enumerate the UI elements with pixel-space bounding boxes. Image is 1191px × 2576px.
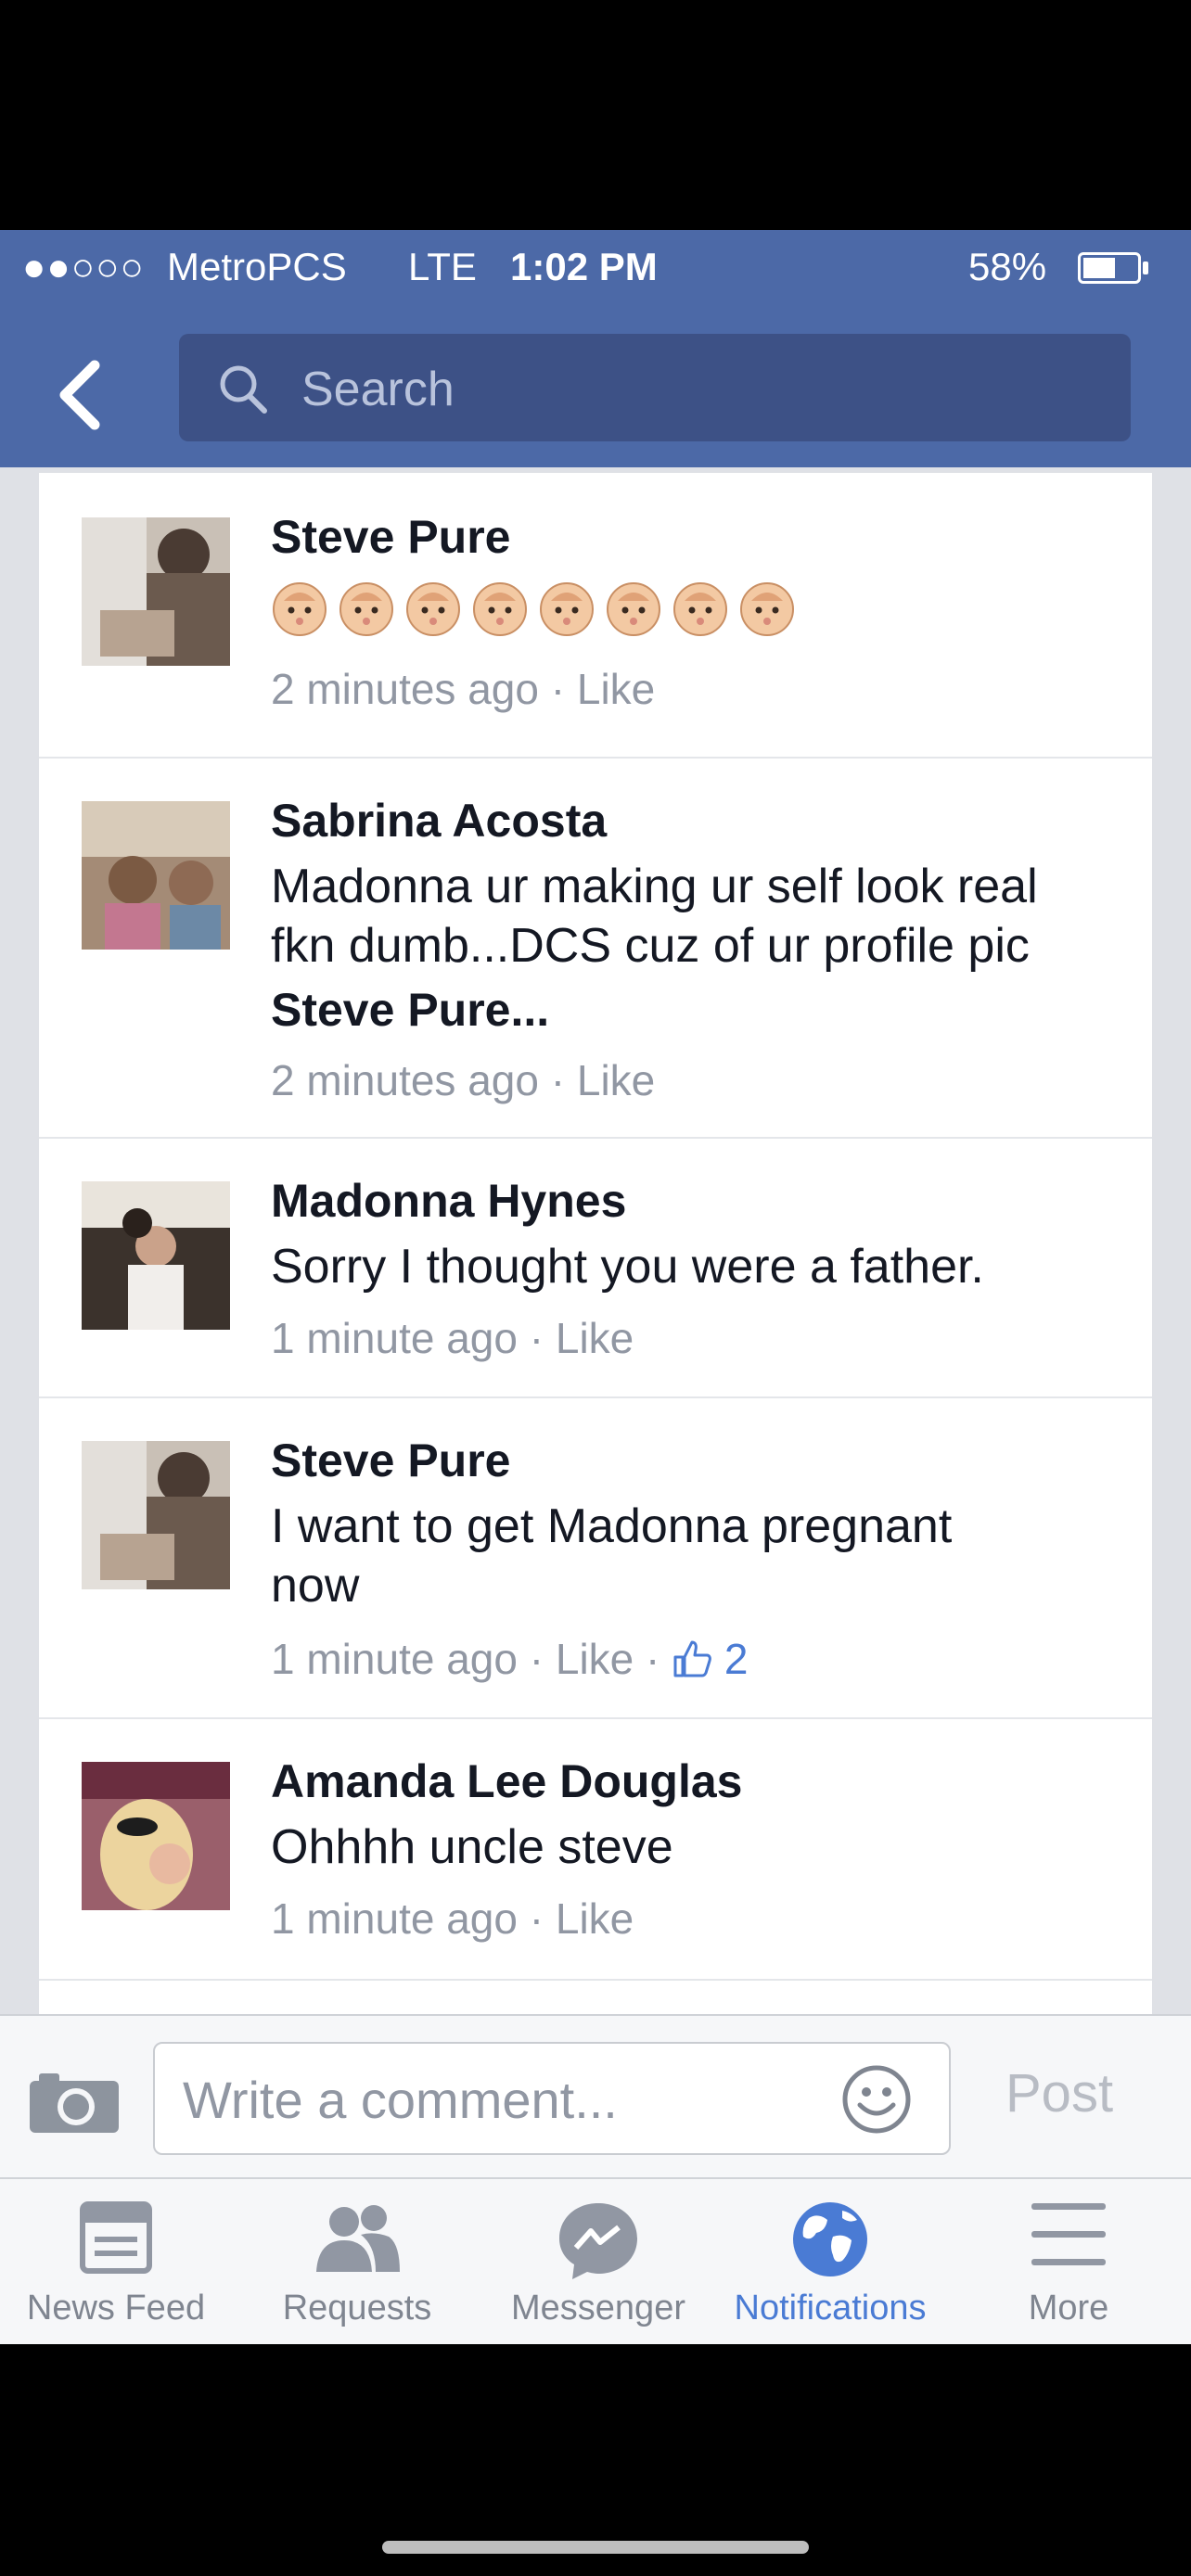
comment-time: 2 minutes ago: [271, 1056, 539, 1104]
tab-more[interactable]: More: [946, 2179, 1191, 2344]
comment-text-line: now: [271, 1559, 360, 1613]
tab-label: Requests: [282, 2289, 432, 2327]
tab-messenger[interactable]: Messenger: [482, 2179, 714, 2344]
baby-emoji-row: [271, 580, 796, 638]
search-input[interactable]: Search: [179, 334, 1131, 441]
comment-time: 2 minutes ago: [271, 665, 539, 713]
home-indicator: [382, 2541, 809, 2554]
comment-meta: 1 minute ago · Like: [271, 1894, 634, 1943]
battery-percent: 58%: [968, 245, 1047, 288]
emoji-icon[interactable]: [841, 2064, 912, 2135]
tab-label: News Feed: [26, 2289, 206, 2327]
news-feed-icon: [80, 2201, 152, 2274]
comment-item: Madonna Hynes Sorry I thought you were a…: [39, 1137, 1152, 1398]
status-bar: ●●○○○ MetroPCS LTE 1:02 PM 58%: [0, 230, 1191, 304]
search-icon: [220, 365, 267, 414]
camera-button[interactable]: [28, 2070, 121, 2139]
comment-item: Steve Pure 2 minutes ago · Like: [39, 473, 1152, 759]
baby-emoji-icon: [406, 582, 460, 636]
search-placeholder: Search: [301, 363, 455, 416]
comment-text-line: Ohhhh uncle steve: [271, 1820, 673, 1874]
battery-tip: [1143, 261, 1148, 274]
battery-icon: [1078, 252, 1141, 284]
avatar[interactable]: [82, 1441, 230, 1589]
clock: 1:02 PM: [510, 245, 658, 288]
comment-item: Sabrina Acosta Madonna ur making ur self…: [39, 757, 1152, 1139]
app-screen: ●●○○○ MetroPCS LTE 1:02 PM 58% Search St…: [0, 230, 1191, 2344]
comment-meta: 1 minute ago · Like · 2: [271, 1635, 749, 1683]
comment-time: 1 minute ago: [271, 1894, 518, 1943]
baby-emoji-icon: [273, 582, 327, 636]
comment-item: Steve Pure I want to get Madonna pregnan…: [39, 1396, 1152, 1719]
comment-input[interactable]: Write a comment...: [153, 2042, 951, 2155]
back-button[interactable]: [46, 349, 121, 441]
tab-label: Notifications: [734, 2289, 927, 2327]
comment-time: 1 minute ago: [271, 1314, 518, 1362]
tab-label: Messenger: [511, 2289, 685, 2327]
menu-icon: [1031, 2203, 1106, 2265]
like-link[interactable]: Like: [556, 1635, 634, 1683]
nav-bar: Search: [0, 304, 1191, 467]
comment-meta: 2 minutes ago · Like: [271, 1056, 656, 1104]
signal-strength: ●●○○○: [22, 245, 145, 288]
comment-text-line: I want to get Madonna pregnant: [271, 1499, 953, 1553]
comment-composer: Write a comment... Post: [0, 2014, 1191, 2179]
comment-meta: 1 minute ago · Like: [271, 1314, 634, 1362]
carrier-name: MetroPCS: [167, 245, 347, 288]
like-link[interactable]: Like: [577, 665, 655, 713]
baby-emoji-icon: [673, 582, 727, 636]
friend-requests-icon: [316, 2205, 400, 2272]
baby-emoji-icon: [473, 582, 527, 636]
messenger-icon: [559, 2203, 637, 2279]
like-link[interactable]: Like: [577, 1056, 655, 1104]
comment-author[interactable]: Sabrina Acosta: [271, 794, 607, 848]
camera-icon: [30, 2073, 119, 2133]
like-link[interactable]: Like: [556, 1314, 634, 1362]
comment-text-line: Madonna ur making ur self look real: [271, 860, 1038, 913]
comment-time: 1 minute ago: [271, 1635, 518, 1683]
tab-requests[interactable]: Requests: [232, 2179, 482, 2344]
tab-news-feed[interactable]: News Feed: [0, 2179, 232, 2344]
baby-emoji-icon: [607, 582, 660, 636]
baby-emoji-icon: [339, 582, 393, 636]
globe-icon: [793, 2202, 867, 2276]
comment-author[interactable]: Amanda Lee Douglas: [271, 1754, 742, 1808]
comments-list: Steve Pure 2 minutes ago · Like Sabrina …: [39, 473, 1152, 2244]
comment-author[interactable]: Steve Pure: [271, 510, 510, 564]
comment-text-line: fkn dumb...DCS cuz of ur profile pic: [271, 919, 1030, 973]
like-count: 2: [724, 1635, 749, 1683]
like-link[interactable]: Like: [556, 1894, 634, 1943]
avatar[interactable]: [82, 1181, 230, 1330]
chevron-left-icon: [59, 360, 100, 430]
avatar[interactable]: [82, 1762, 230, 1910]
comment-text-line: Sorry I thought you were a father.: [271, 1240, 984, 1294]
thumbs-up-icon: [673, 1640, 712, 1677]
avatar[interactable]: [82, 517, 230, 666]
comment-author[interactable]: Steve Pure: [271, 1434, 510, 1487]
comment-placeholder: Write a comment...: [183, 2071, 618, 2129]
avatar[interactable]: [82, 801, 230, 950]
tab-label: More: [1028, 2289, 1109, 2327]
network-type: LTE: [408, 245, 477, 288]
baby-emoji-icon: [540, 582, 594, 636]
baby-emoji-icon: [740, 582, 794, 636]
comment-item: Amanda Lee Douglas Ohhhh uncle steve 1 m…: [39, 1717, 1152, 1981]
tab-notifications[interactable]: Notifications: [714, 2179, 946, 2344]
post-button[interactable]: Post: [1005, 2062, 1113, 2124]
comment-meta: 2 minutes ago · Like: [271, 665, 656, 713]
mention-link[interactable]: Steve Pure...: [271, 983, 549, 1037]
tab-bar: News Feed Requests Messenger Notificatio…: [0, 2177, 1191, 2344]
comment-author[interactable]: Madonna Hynes: [271, 1174, 626, 1228]
